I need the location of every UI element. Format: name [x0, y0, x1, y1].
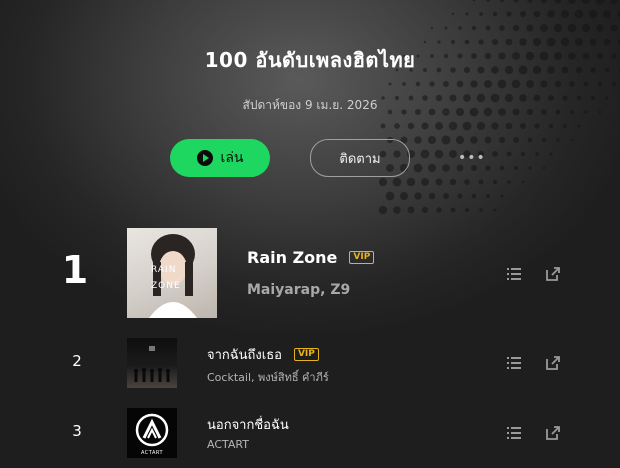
track-artist[interactable]: ACTART — [207, 438, 249, 451]
album-cover-art-icon: RAIN ZONE — [149, 234, 197, 318]
band-silhouette-icon — [133, 346, 171, 382]
play-button[interactable]: เล่น — [170, 139, 270, 177]
playlist-header: 100 อันดับเพลงฮิตไทย สัปดาห์ของ 9 เม.ย. … — [0, 44, 620, 115]
track-row[interactable]: 2 จากฉันถึงเธอ VIP Cocktail, พงษ์สิทธิ์ … — [0, 338, 620, 388]
chart-playlist-page: 100 อันดับเพลงฮิตไทย สัปดาห์ของ 9 เม.ย. … — [0, 0, 620, 468]
track-title-row: จากฉันถึงเธอ VIP — [207, 344, 319, 365]
vip-badge: VIP — [349, 251, 375, 264]
actart-logo-icon: ACTART — [135, 413, 169, 456]
track-title[interactable]: นอกจากชื่อฉัน — [207, 414, 289, 435]
follow-button-label: ติดตาม — [339, 151, 381, 167]
track-rank: 2 — [72, 352, 82, 370]
svg-text:ZONE: ZONE — [151, 281, 181, 291]
track-row[interactable]: 1 RAIN ZONE Rain Zone VIP Maiyarap, Z9 — [0, 228, 620, 318]
track-title-row: Rain Zone VIP — [247, 248, 375, 267]
share-external-icon[interactable] — [544, 265, 562, 283]
more-options-button[interactable]: ••• — [458, 150, 486, 166]
track-title[interactable]: จากฉันถึงเธอ — [207, 344, 282, 365]
play-button-label: เล่น — [220, 150, 244, 166]
halftone-dots-decoration — [378, 0, 620, 215]
follow-button[interactable]: ติดตาม — [310, 139, 410, 177]
track-title[interactable]: Rain Zone — [247, 248, 337, 267]
playlist-date: สัปดาห์ของ 9 เม.ย. 2026 — [242, 98, 378, 112]
playlist-actions: เล่น ติดตาม ••• — [170, 139, 486, 177]
playlist-title: 100 อันดับเพลงฮิตไทย — [204, 48, 416, 72]
track-artist[interactable]: Cocktail, พงษ์สิทธิ์ คำภีร์ — [207, 368, 329, 386]
track-rank: 3 — [72, 422, 82, 440]
vip-badge: VIP — [293, 348, 319, 361]
album-cover[interactable]: ACTART — [127, 408, 177, 458]
track-artist[interactable]: Maiyarap, Z9 — [247, 282, 350, 298]
track-title-row: นอกจากชื่อฉัน — [207, 414, 289, 435]
queue-list-icon[interactable] — [505, 424, 523, 442]
track-rank: 1 — [61, 248, 89, 292]
album-cover[interactable]: RAIN ZONE — [127, 228, 217, 318]
album-cover[interactable] — [127, 338, 177, 388]
share-external-icon[interactable] — [544, 354, 562, 372]
track-row[interactable]: 3 ACTART นอกจากชื่อฉัน ACTART — [0, 408, 620, 458]
queue-list-icon[interactable] — [505, 354, 523, 372]
queue-list-icon[interactable] — [505, 265, 523, 283]
svg-text:ACTART: ACTART — [141, 450, 164, 456]
share-external-icon[interactable] — [544, 424, 562, 442]
svg-text:RAIN: RAIN — [151, 265, 176, 275]
play-circle-icon — [196, 150, 213, 166]
